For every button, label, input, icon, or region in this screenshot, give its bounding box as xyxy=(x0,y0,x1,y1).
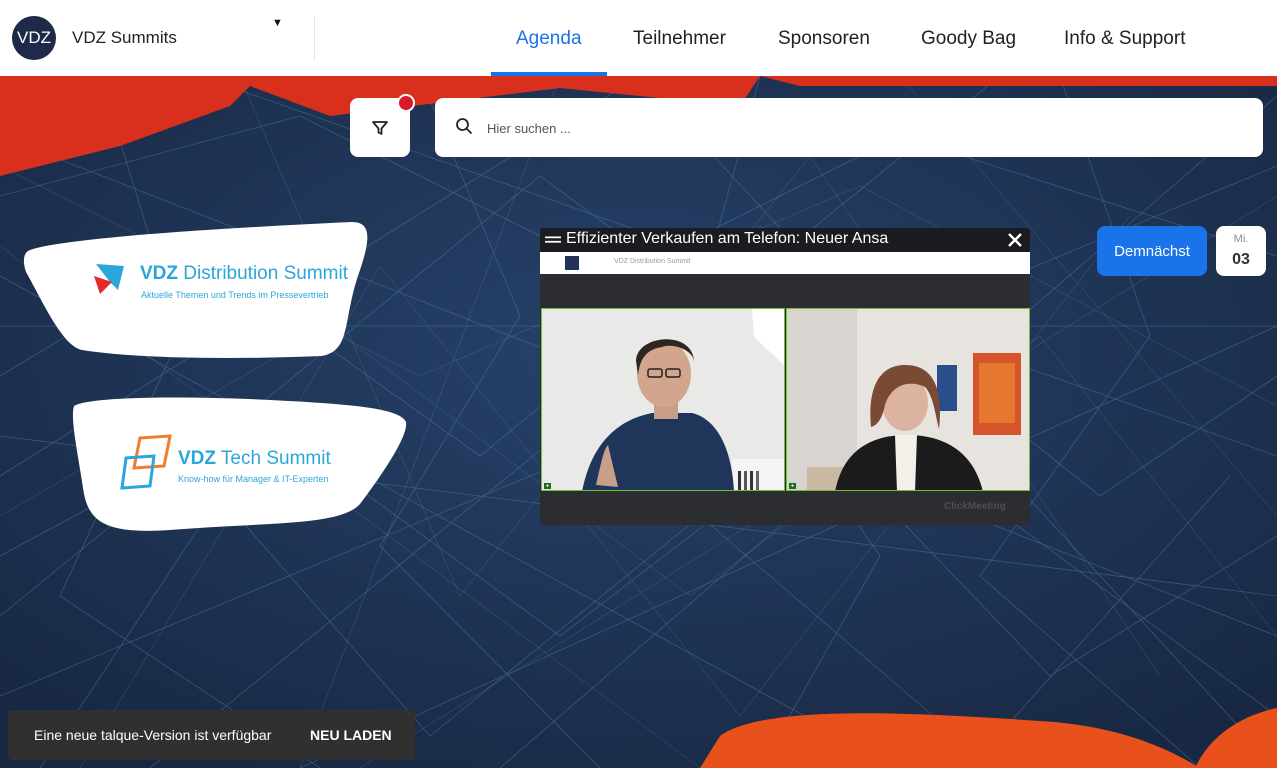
shared-screen-bar: VDZ Distribution Summit xyxy=(540,252,1030,274)
distribution-summit-card[interactable]: VDZ Distribution Summit Aktuelle Themen … xyxy=(22,220,370,360)
search-icon xyxy=(456,118,472,134)
distribution-logo-icon xyxy=(94,264,124,294)
video-title: Effizienter Verkaufen am Telefon: Neuer … xyxy=(566,230,889,247)
date-selector[interactable]: Mi. 03 xyxy=(1216,226,1266,276)
date-day: 03 xyxy=(1232,251,1250,268)
update-snackbar: Eine neue talque-Version ist verfügbar N… xyxy=(8,710,415,760)
top-bar: VDZ VDZ Summits ▼ Agenda Teilnehmer Spon… xyxy=(0,0,1277,76)
tech-logo-title: VDZ Tech Summit xyxy=(178,448,331,469)
participant-tile-1: ● xyxy=(541,308,785,491)
active-tab-indicator xyxy=(491,72,607,76)
drag-handle-icon[interactable] xyxy=(545,235,561,245)
upcoming-button[interactable]: Demnächst xyxy=(1097,226,1207,276)
participant-label: ● xyxy=(789,483,797,489)
avatar: VDZ xyxy=(12,16,56,60)
watermark-logo: ClickMeeting xyxy=(944,501,1006,512)
tab-sponsoren[interactable]: Sponsoren xyxy=(778,28,870,50)
participant-video-2 xyxy=(787,309,1029,490)
tab-teilnehmer[interactable]: Teilnehmer xyxy=(633,28,726,50)
screen-logo xyxy=(565,256,579,270)
session-video-player[interactable]: Effizienter Verkaufen am Telefon: Neuer … xyxy=(540,228,1030,525)
snackbar-message: Eine neue talque-Version ist verfügbar xyxy=(34,727,272,743)
tech-logo-icon xyxy=(120,434,172,490)
screen-bar-text: VDZ Distribution Summit xyxy=(614,258,691,265)
participant-tile-2: ● xyxy=(786,308,1030,491)
participant-video-1 xyxy=(542,309,784,490)
tab-agenda[interactable]: Agenda xyxy=(516,28,582,50)
search-input[interactable] xyxy=(485,116,1249,140)
close-icon[interactable] xyxy=(1006,231,1024,249)
tech-summit-card[interactable]: VDZ Tech Summit Know-how für Manager & I… xyxy=(70,394,408,534)
divider xyxy=(314,16,315,60)
distribution-logo-title: VDZ Distribution Summit xyxy=(140,263,348,284)
filter-active-badge xyxy=(397,94,415,112)
filter-icon xyxy=(372,120,388,135)
tab-info-support[interactable]: Info & Support xyxy=(1064,28,1185,50)
reload-button[interactable]: NEU LADEN xyxy=(310,727,392,743)
participant-label: ● xyxy=(544,483,552,489)
chevron-down-icon[interactable]: ▼ xyxy=(272,17,283,29)
search-bar[interactable] xyxy=(435,98,1263,157)
event-name: VDZ Summits xyxy=(72,28,177,47)
distribution-logo-subtitle: Aktuelle Themen und Trends im Pressevert… xyxy=(141,290,329,300)
event-switcher[interactable]: VDZ VDZ Summits xyxy=(12,16,177,60)
tech-logo-subtitle: Know-how für Manager & IT-Experten xyxy=(178,474,329,484)
video-header: Effizienter Verkaufen am Telefon: Neuer … xyxy=(540,228,1030,252)
date-weekday: Mi. xyxy=(1233,233,1249,245)
tab-goody-bag[interactable]: Goody Bag xyxy=(921,28,1016,50)
